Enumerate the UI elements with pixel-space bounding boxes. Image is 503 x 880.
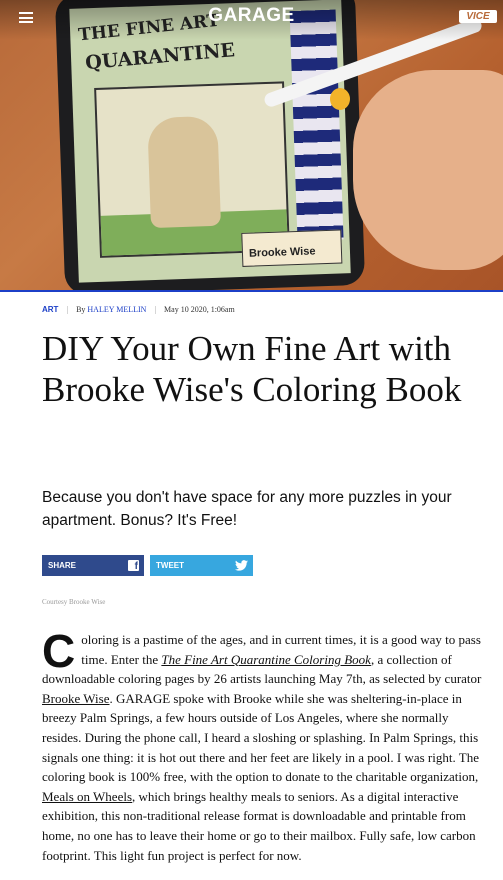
byline-prefix: By: [76, 305, 86, 314]
curator-link[interactable]: Brooke Wise: [42, 691, 109, 706]
tablet-illustration: THE FINE ART QUARANTINE Brooke Wise: [54, 0, 366, 290]
publish-date: May 10 2020, 1:06am: [164, 305, 235, 314]
facebook-share-button[interactable]: SHARE f: [42, 555, 144, 576]
artwork-figure: [147, 115, 221, 229]
twitter-share-button[interactable]: TWEET: [150, 555, 253, 576]
hand-illustration: [353, 70, 503, 270]
category-link[interactable]: ART: [42, 305, 58, 314]
site-brand-logo[interactable]: GARAGE: [0, 5, 503, 27]
tablet-screen: THE FINE ART QUARANTINE Brooke Wise: [69, 0, 351, 283]
meta-separator: |: [66, 305, 69, 314]
fingernail: [330, 88, 350, 110]
hero-image: THE FINE ART QUARANTINE Brooke Wise GARA…: [0, 0, 503, 290]
charity-link[interactable]: Meals on Wheels: [42, 789, 132, 804]
article-meta: ART | By HALEY MELLIN | May 10 2020, 1:0…: [42, 305, 235, 314]
author-link[interactable]: HALEY MELLIN: [87, 305, 146, 314]
screen-title-line2: QUARANTINE: [84, 39, 236, 75]
article-headline: DIY Your Own Fine Art with Brooke Wise's…: [42, 329, 462, 409]
credit-box: Brooke Wise: [241, 229, 343, 267]
share-label: SHARE: [48, 561, 77, 570]
vice-logo[interactable]: VICE: [459, 10, 497, 23]
twitter-bird-icon: [235, 560, 248, 571]
hero-divider: [0, 290, 503, 292]
meta-separator: |: [154, 305, 157, 314]
drop-cap: C: [42, 625, 76, 677]
book-spine-lettering: [289, 9, 344, 242]
coloring-book-link[interactable]: The Fine Art Quarantine Coloring Book: [161, 652, 371, 667]
tweet-label: TWEET: [156, 561, 184, 570]
article-body: Coloring is a pastime of the ages, and i…: [42, 625, 484, 865]
article-dek: Because you don't have space for any mor…: [42, 489, 452, 529]
facebook-icon: f: [128, 560, 139, 572]
image-caption: Courtesy Brooke Wise: [42, 598, 106, 606]
